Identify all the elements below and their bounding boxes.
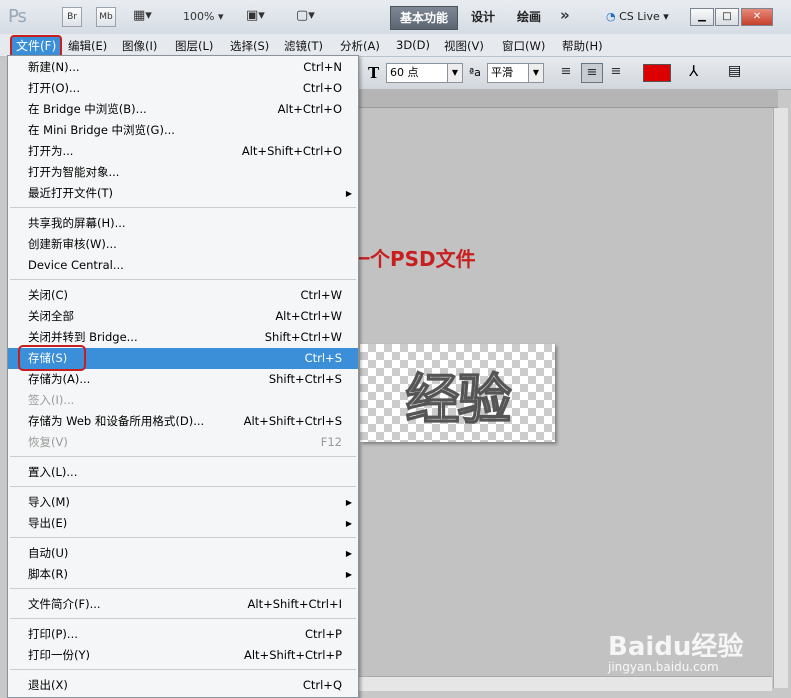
menu-item-export[interactable]: 导出(E) ▶ [8,513,358,534]
arrange-documents-icon[interactable]: ▣▾ [246,8,265,24]
menu-analysis[interactable]: 分析(A) [340,38,380,54]
menu-item-save-for-web[interactable]: 存储为 Web 和设备所用格式(D)... Alt+Shift+Ctrl+S [8,411,358,432]
menu-select[interactable]: 选择(S) [230,38,269,54]
menu-separator [10,537,356,538]
menu-edit[interactable]: 编辑(E) [68,38,107,54]
menu-item-save-as[interactable]: 存储为(A)... Shift+Ctrl+S [8,369,358,390]
menu-item-exit[interactable]: 退出(X) Ctrl+Q [8,675,358,696]
zoom-value: 100% [183,10,215,23]
more-workspaces-icon[interactable]: » [560,6,570,24]
vertical-scrollbar[interactable] [773,108,788,688]
menu-item-new[interactable]: 新建(N)... Ctrl+N [8,57,358,78]
submenu-arrow-icon: ▶ [345,189,352,198]
text-orientation-icon[interactable]: T [368,64,379,82]
antialias-select[interactable]: 平滑 ▼ [487,63,544,83]
menu-item-browse-mini-bridge[interactable]: 在 Mini Bridge 中浏览(G)... [8,120,358,141]
menu-view[interactable]: 视图(V) [444,38,484,54]
menu-image[interactable]: 图像(I) [122,38,157,54]
chevron-down-icon: ▼ [447,64,462,82]
align-left-icon[interactable]: ≡ [556,63,576,81]
maximize-button[interactable]: □ [715,8,739,26]
menu-item-close[interactable]: 关闭(C) Ctrl+W [8,285,358,306]
submenu-arrow-icon: ▶ [345,498,352,507]
menu-item-open[interactable]: 打开(O)... Ctrl+O [8,78,358,99]
menu-item-browse-bridge[interactable]: 在 Bridge 中浏览(B)... Alt+Ctrl+O [8,99,358,120]
menu-item-open-smart-object[interactable]: 打开为智能对象... [8,162,358,183]
antialias-value: 平滑 [491,66,513,79]
menu-window[interactable]: 窗口(W) [502,38,545,54]
menu-layer[interactable]: 图层(L) [175,38,213,54]
close-button[interactable]: ✕ [741,8,773,26]
menu-item-file-info[interactable]: 文件简介(F)... Alt+Shift+Ctrl+I [8,594,358,615]
menu-item-close-all[interactable]: 关闭全部 Alt+Ctrl+W [8,306,358,327]
menu-item-recent-files[interactable]: 最近打开文件(T) ▶ [8,183,358,204]
screen-mode-icon[interactable]: ▢▾ [296,8,315,24]
submenu-arrow-icon: ▶ [345,549,352,558]
align-center-icon[interactable]: ≡ [581,63,603,83]
antialias-icon: ªa [469,66,481,79]
menu-item-revert: 恢复(V) F12 [28,435,342,449]
view-extras-icon[interactable]: ▦▾ [133,8,152,24]
photoshop-logo: Ps [8,6,27,27]
chevron-down-icon: ▼ [528,64,543,82]
menu-item-open-as[interactable]: 打开为... Alt+Shift+Ctrl+O [8,141,358,162]
menu-item-print[interactable]: 打印(P)... Ctrl+P [8,624,358,645]
character-panel-icon[interactable]: ▤ [728,63,741,79]
warp-text-icon[interactable]: ⅄ [689,62,698,80]
zoom-level[interactable]: 100% ▾ [183,10,223,23]
menu-help[interactable]: 帮助(H) [562,38,603,54]
baidu-watermark-url: jingyan.baidu.com [608,660,719,674]
workspace-painting[interactable]: 绘画 [508,6,550,28]
submenu-arrow-icon: ▶ [345,570,352,579]
menu-item-check-in: 签入(I)... [28,393,75,407]
workspace-essentials[interactable]: 基本功能 [390,6,459,30]
menu-separator [10,618,356,619]
horizontal-scrollbar[interactable] [358,676,772,691]
font-size-value: 60 点 [390,66,419,79]
menu-item-import[interactable]: 导入(M) ▶ [8,492,358,513]
cs-live-label: CS Live [619,10,660,23]
mini-bridge-button[interactable]: Mb [96,7,116,27]
menu-3d[interactable]: 3D(D) [396,38,430,52]
font-size-select[interactable]: 60 点 ▼ [386,63,463,83]
menu-filter[interactable]: 滤镜(T) [284,38,323,54]
menu-separator [10,279,356,280]
menu-item-automate[interactable]: 自动(U) ▶ [8,543,358,564]
menu-item-print-one-copy[interactable]: 打印一份(Y) Alt+Shift+Ctrl+P [8,645,358,666]
menu-separator [10,588,356,589]
menu-separator [10,207,356,208]
document-tab-strip [358,89,778,108]
submenu-arrow-icon: ▶ [345,519,352,528]
save-highlight-annotation [18,345,86,371]
menu-separator [10,456,356,457]
menu-item-scripts[interactable]: 脚本(R) ▶ [8,564,358,585]
canvas-text-layer: 经验 [405,367,513,432]
workspace-design[interactable]: 设计 [462,6,504,28]
file-menu-dropdown: 新建(N)... Ctrl+N 打开(O)... Ctrl+O 在 Bridge 中… [7,55,359,698]
cs-live-button[interactable]: ◔ CS Live ▾ [606,10,669,23]
baidu-watermark-logo: Baidu经验 [608,632,744,662]
menu-separator [10,669,356,670]
minimize-button[interactable]: ▁ [690,8,714,26]
menu-item-device-central[interactable]: Device Central... [8,255,358,276]
text-color-swatch[interactable] [643,64,671,82]
menu-item-share-screen[interactable]: 共享我的屏幕(H)... [8,213,358,234]
menu-item-place[interactable]: 置入(L)... [8,462,358,483]
bridge-button[interactable]: Br [62,7,82,27]
menu-item-new-review[interactable]: 创建新审核(W)... [8,234,358,255]
menu-separator [10,486,356,487]
align-right-icon[interactable]: ≡ [606,63,626,81]
cs-live-icon: ◔ [606,10,616,23]
